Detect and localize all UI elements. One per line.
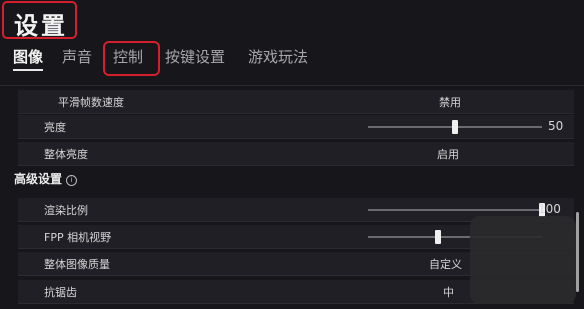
title-highlight-box	[2, 1, 77, 39]
anti-aliasing-value[interactable]: 中	[443, 284, 454, 300]
active-tab-indicator	[13, 69, 43, 71]
tab-sound[interactable]: 声音	[62, 46, 92, 67]
setting-row-smooth-frame[interactable]: 平滑帧数速度 禁用	[18, 90, 574, 114]
overall-quality-value[interactable]: 自定义	[429, 256, 462, 272]
fpp-fov-label: FPP 相机视野	[44, 231, 112, 244]
obscuring-overlay	[470, 216, 576, 304]
overall-quality-label: 整体图像质量	[44, 258, 110, 271]
overall-brightness-value[interactable]: 启用	[437, 146, 459, 162]
anti-aliasing-label: 抗锯齿	[44, 286, 77, 299]
fpp-fov-slider-handle[interactable]	[434, 230, 441, 244]
brightness-label: 亮度	[44, 121, 66, 134]
render-scale-label: 渲染比例	[44, 204, 88, 217]
advanced-settings-title: 高级设置	[14, 172, 63, 186]
render-scale-value: 100	[538, 202, 561, 216]
brightness-slider-handle[interactable]	[452, 120, 458, 134]
smooth-frame-label: 平滑帧数速度	[58, 96, 124, 109]
setting-row-brightness[interactable]: 亮度 50	[18, 115, 574, 139]
tab-gameplay[interactable]: 游戏玩法	[248, 46, 308, 67]
tab-key-bindings[interactable]: 按键设置	[165, 46, 225, 67]
tab-bar: 图像 声音 控制 按键设置 游戏玩法	[0, 46, 584, 68]
panel-divider	[0, 85, 584, 86]
brightness-value: 50	[548, 119, 564, 133]
render-scale-slider[interactable]	[368, 203, 545, 217]
info-icon[interactable]: i	[66, 175, 78, 186]
smooth-frame-value[interactable]: 禁用	[439, 94, 461, 110]
tab-highlight-box	[103, 41, 160, 76]
tab-image[interactable]: 图像	[13, 46, 43, 67]
overall-brightness-label: 整体亮度	[44, 148, 88, 161]
brightness-slider[interactable]	[368, 120, 542, 134]
scrollbar[interactable]	[576, 212, 579, 292]
setting-row-overall-brightness[interactable]: 整体亮度 启用	[18, 142, 574, 166]
advanced-settings-header: 高级设置 i	[14, 170, 78, 187]
